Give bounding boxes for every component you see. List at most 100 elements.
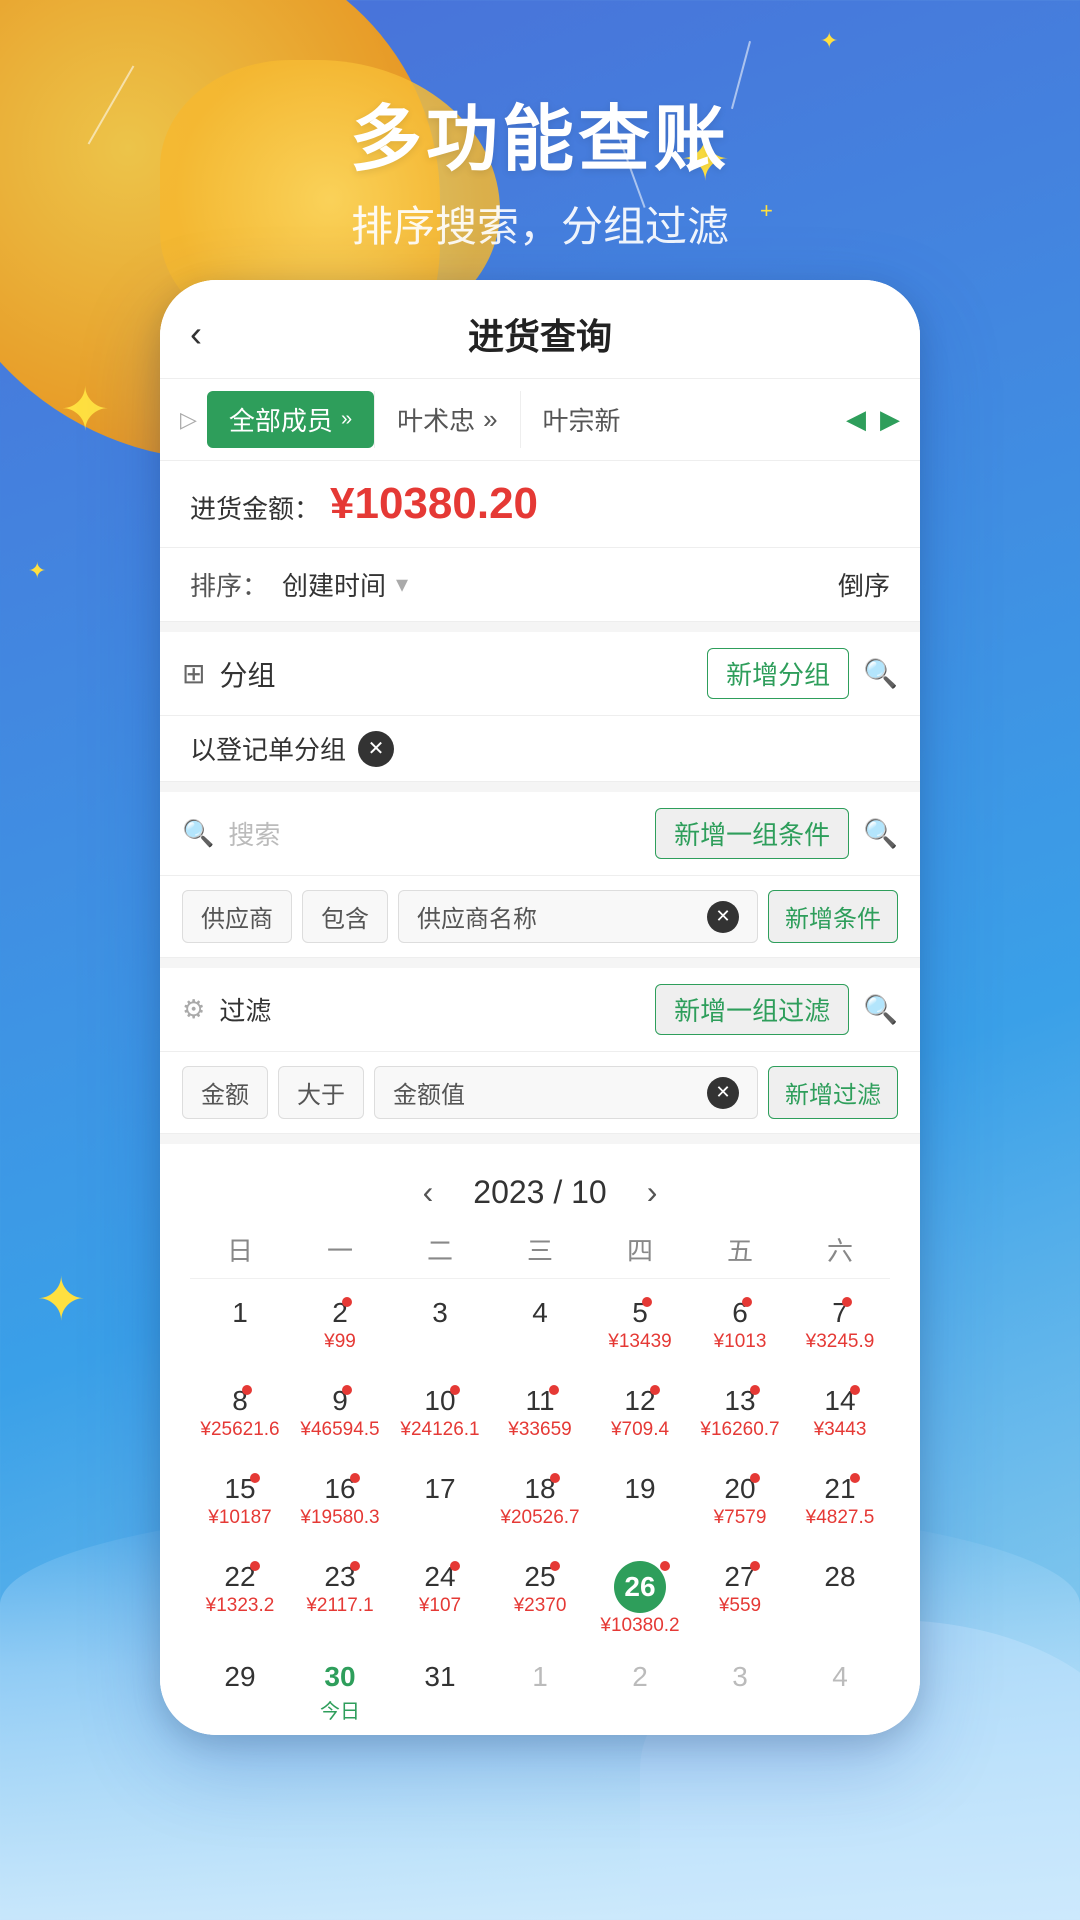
chevrons-icon: » — [341, 408, 352, 431]
calendar-day[interactable]: 25¥2370 — [490, 1547, 590, 1647]
nav-right-icon[interactable]: ▶ — [880, 404, 900, 435]
calendar-month: 2023 / 10 — [473, 1174, 606, 1211]
add-group-button[interactable]: 新增分组 — [707, 648, 849, 699]
weekday-thu: 四 — [590, 1231, 690, 1268]
calendar-day[interactable]: 20¥7579 — [690, 1459, 790, 1547]
nav-left-icon[interactable]: ◀ — [846, 404, 866, 435]
filter-operator-button[interactable]: 大于 — [278, 1066, 364, 1119]
filter-label: 过滤 — [219, 991, 641, 1028]
calendar-nav: ‹ 2023 / 10 › — [190, 1164, 890, 1231]
sort-label: 排序： — [190, 566, 268, 603]
amount-value: ¥10380.20 — [330, 479, 538, 529]
calendar-day[interactable]: 4 — [490, 1283, 590, 1371]
app-content: ‹ 进货查询 ▷ 全部成员 » 叶术忠 » 叶宗新 ◀ ▶ 进货金额： — [160, 280, 920, 1735]
calendar-weekdays: 日 一 二 三 四 五 六 — [190, 1231, 890, 1279]
add-filter-sub-button[interactable]: 新增过滤 — [768, 1066, 898, 1119]
calendar-day[interactable]: 14¥3443 — [790, 1371, 890, 1459]
amount-label: 进货金额： — [190, 489, 320, 526]
weekday-sat: 六 — [790, 1231, 890, 1268]
calendar-day[interactable]: 29 — [190, 1647, 290, 1735]
add-filter-group-button[interactable]: 新增一组过滤 — [655, 984, 849, 1035]
filter-field-button[interactable]: 金额 — [182, 1066, 268, 1119]
star-icon-4: ✦ — [60, 380, 110, 440]
filter-value-field[interactable]: 金额值 ✕ — [374, 1066, 758, 1119]
star-icon-7: ✦ — [36, 1270, 86, 1330]
search-operator-button[interactable]: 包含 — [302, 890, 388, 943]
search-field-button[interactable]: 供应商 — [182, 890, 292, 943]
calendar-day[interactable]: 30今日 — [290, 1647, 390, 1735]
calendar-day[interactable]: 16¥19580.3 — [290, 1459, 390, 1547]
calendar-day[interactable]: 18¥20526.7 — [490, 1459, 590, 1547]
calendar-day[interactable]: 3 — [690, 1647, 790, 1735]
add-search-condition-button[interactable]: 新增一组条件 — [655, 808, 849, 859]
filter-search-icon[interactable]: 🔍 — [863, 993, 898, 1026]
star-icon-5: ✦ — [28, 560, 46, 582]
group-tag-remove[interactable]: ✕ — [358, 731, 394, 767]
calendar-day[interactable]: 24¥107 — [390, 1547, 490, 1647]
filter-value-clear[interactable]: ✕ — [707, 1077, 739, 1109]
calendar-day[interactable]: 9¥46594.5 — [290, 1371, 390, 1459]
back-button[interactable]: ‹ — [190, 313, 202, 355]
sort-field[interactable]: 创建时间 ▾ — [282, 566, 824, 603]
group-section-bar: ⊞ 分组 新增分组 🔍 — [160, 632, 920, 716]
header-area: 多功能查账 排序搜索，分组过滤 — [0, 80, 1080, 254]
group-label: 分组 — [219, 654, 275, 694]
calendar-day[interactable]: 23¥2117.1 — [290, 1547, 390, 1647]
search-value-field[interactable]: 供应商名称 ✕ — [398, 890, 758, 943]
calendar-day[interactable]: 15¥10187 — [190, 1459, 290, 1547]
calendar-day[interactable]: 1 — [490, 1647, 590, 1735]
star-icon-2: ✦ — [820, 30, 838, 52]
page-title: 进货查询 — [468, 308, 612, 360]
calendar-day[interactable]: 17 — [390, 1459, 490, 1547]
filter-section-bar: ⚙ 过滤 新增一组过滤 🔍 — [160, 968, 920, 1052]
calendar-section: ‹ 2023 / 10 › 日 一 二 三 四 五 六 12¥99345¥134… — [160, 1144, 920, 1735]
calendar-day[interactable]: 2 — [590, 1647, 690, 1735]
calendar-day[interactable]: 8¥25621.6 — [190, 1371, 290, 1459]
calendar-day[interactable]: 11¥33659 — [490, 1371, 590, 1459]
top-bar: ‹ 进货查询 — [160, 280, 920, 379]
weekday-sun: 日 — [190, 1231, 290, 1268]
member-tab-1[interactable]: 叶术忠 » — [374, 391, 519, 448]
calendar-day[interactable]: 27¥559 — [690, 1547, 790, 1647]
add-search-sub-condition-button[interactable]: 新增条件 — [768, 890, 898, 943]
calendar-day[interactable]: 2¥99 — [290, 1283, 390, 1371]
chevrons2-icon: » — [483, 404, 497, 435]
calendar-day[interactable]: 6¥1013 — [690, 1283, 790, 1371]
search-label: 搜索 — [228, 815, 641, 852]
search-filter-icon[interactable]: 🔍 — [863, 817, 898, 850]
amount-bar: 进货金额： ¥10380.20 — [160, 461, 920, 548]
weekday-wed: 三 — [490, 1231, 590, 1268]
calendar-day[interactable]: 1 — [190, 1283, 290, 1371]
calendar-day[interactable]: 13¥16260.7 — [690, 1371, 790, 1459]
sort-order[interactable]: 倒序 — [838, 566, 890, 603]
search-condition-row: 供应商 包含 供应商名称 ✕ 新增条件 — [160, 876, 920, 958]
group-search-icon[interactable]: 🔍 — [863, 657, 898, 690]
filter-icon: ⚙ — [182, 994, 205, 1025]
calendar-day[interactable]: 28 — [790, 1547, 890, 1647]
search-section-bar: 🔍 搜索 新增一组条件 🔍 — [160, 792, 920, 876]
play-icon: ▷ — [180, 407, 197, 433]
weekday-tue: 二 — [390, 1231, 490, 1268]
member-tab-all[interactable]: 全部成员 » — [207, 391, 374, 448]
filter-condition-row: 金额 大于 金额值 ✕ 新增过滤 — [160, 1052, 920, 1134]
calendar-day[interactable]: 12¥709.4 — [590, 1371, 690, 1459]
calendar-day[interactable]: 31 — [390, 1647, 490, 1735]
member-tab-2[interactable]: 叶宗新 — [520, 391, 643, 448]
calendar-day[interactable]: 22¥1323.2 — [190, 1547, 290, 1647]
calendar-day[interactable]: 7¥3245.9 — [790, 1283, 890, 1371]
calendar-next-button[interactable]: › — [647, 1174, 658, 1211]
search-value-clear[interactable]: ✕ — [707, 901, 739, 933]
calendar-day[interactable]: 4 — [790, 1647, 890, 1735]
group-icon: ⊞ — [182, 657, 205, 690]
calendar-prev-button[interactable]: ‹ — [423, 1174, 434, 1211]
nav-arrows: ◀ ▶ — [846, 404, 900, 435]
calendar-day[interactable]: 26¥10380.2 — [590, 1547, 690, 1647]
calendar-day[interactable]: 5¥13439 — [590, 1283, 690, 1371]
calendar-day[interactable]: 19 — [590, 1459, 690, 1547]
calendar-day[interactable]: 3 — [390, 1283, 490, 1371]
calendar-day[interactable]: 10¥24126.1 — [390, 1371, 490, 1459]
phone-mockup: ‹ 进货查询 ▷ 全部成员 » 叶术忠 » 叶宗新 ◀ ▶ 进货金额： — [160, 280, 920, 1735]
calendar-day[interactable]: 21¥4827.5 — [790, 1459, 890, 1547]
group-tag-label: 以登记单分组 — [190, 730, 346, 767]
sub-title: 排序搜索，分组过滤 — [0, 193, 1080, 254]
